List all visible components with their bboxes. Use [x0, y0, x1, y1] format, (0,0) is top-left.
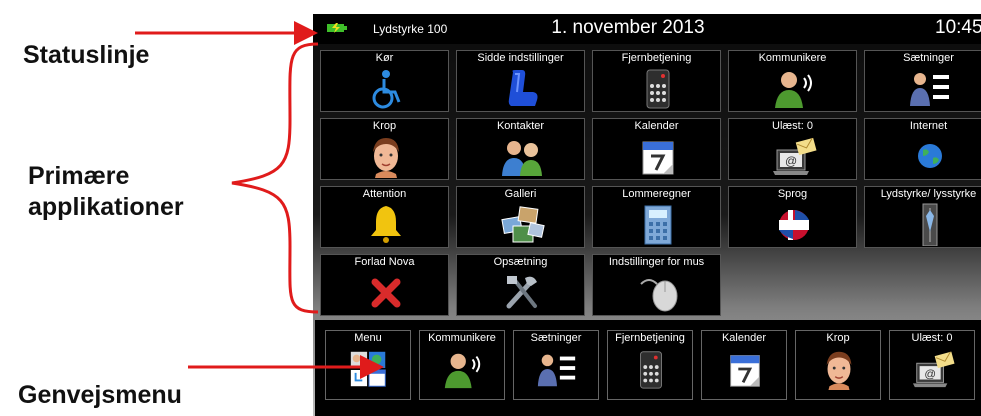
app-tile-label: Lydstyrke/ lysstyrke	[880, 188, 977, 200]
app-tile-sprog[interactable]: Sprog	[728, 186, 857, 248]
globe-icon	[918, 144, 942, 168]
app-tile-label: Sprog	[777, 188, 808, 200]
mouse-icon	[640, 279, 678, 312]
seat-icon	[508, 70, 538, 106]
shortcut-tile-label: Fjernbetjening	[615, 332, 685, 344]
app-tile-label: Ulæst: 0	[772, 120, 813, 132]
svg-text:@: @	[924, 369, 936, 381]
shortcut-tile-kalender[interactable]: Kalender	[701, 330, 787, 400]
contacts-icon	[502, 141, 542, 176]
app-tile-label: Lommeregner	[622, 188, 691, 200]
app-tile-label: Indstillinger for mus	[608, 256, 705, 268]
app-tile-label: Opsætning	[493, 256, 548, 268]
app-tile-lommeregner[interactable]: Lommeregner	[592, 186, 721, 248]
app-tile-galleri[interactable]: Galleri	[456, 186, 585, 248]
annotation-primary-apps: Primære applikationer	[28, 161, 184, 224]
app-tile-label: Sætninger	[903, 52, 954, 64]
shortcut-tile-label: Krop	[826, 332, 850, 344]
app-tile-label: Internet	[909, 120, 948, 132]
calendar-icon	[642, 141, 674, 175]
person-list-icon	[537, 354, 576, 387]
annotation-primary-line1: Primære	[28, 162, 130, 190]
app-tile-kør[interactable]: Kør	[320, 50, 449, 112]
shortcut-tile-fjernbetjening[interactable]: Fjernbetjening	[607, 330, 693, 400]
email-laptop-icon: @	[912, 351, 955, 388]
app-tile-attention[interactable]: Attention	[320, 186, 449, 248]
shortcut-tile-krop[interactable]: Krop	[795, 330, 881, 400]
person-list-icon	[910, 73, 949, 106]
app-tile-fjernbetjening[interactable]: Fjernbetjening	[592, 50, 721, 112]
shortcut-tile-label: Sætninger	[530, 332, 582, 344]
brace-primary-apps	[231, 42, 319, 314]
app-tile-lydstyrke-lysstyrke[interactable]: Lydstyrke/ lysstyrke	[864, 186, 981, 248]
app-tile-indstillinger-for-mus[interactable]: Indstillinger for mus	[592, 254, 721, 316]
shortcut-tile-label: Menu	[354, 332, 382, 344]
exit-x-icon	[371, 278, 401, 308]
shortcut-tile-menu[interactable]: Menu	[325, 330, 411, 400]
calendar-icon	[730, 355, 760, 387]
status-date: 1. november 2013	[551, 17, 705, 38]
app-tile-forlad-nova[interactable]: Forlad Nova	[320, 254, 449, 316]
calculator-icon	[644, 205, 672, 245]
app-tile-label: Kontakter	[496, 120, 545, 132]
remote-control-icon	[646, 69, 670, 109]
app-tile-label: Kør	[375, 52, 394, 64]
shortcut-tile-label: Kalender	[721, 332, 767, 344]
speaking-person-icon	[775, 72, 812, 108]
annotation-genvejsmenu: Genvejsmenu	[18, 381, 182, 409]
app-tile-kontakter[interactable]: Kontakter	[456, 118, 585, 180]
app-tile-label: Kommunikere	[758, 52, 827, 64]
status-bar: Lydstyrke 100 1. november 2013 10:45	[313, 14, 981, 44]
tools-icon	[506, 276, 537, 309]
menu-grid-icon	[350, 351, 386, 387]
volume-slider-icon	[922, 203, 938, 246]
shortcut-tile-ulæst-0[interactable]: Ulæst: 0 @	[889, 330, 975, 400]
flags-globe-icon	[779, 210, 809, 240]
face-icon	[826, 351, 852, 391]
shortcut-menu: Menu Kommunikere Sætninger Fjernbetjening Ka…	[315, 320, 981, 416]
app-tile-label: Krop	[372, 120, 397, 132]
svg-text:@: @	[785, 154, 797, 168]
annotation-primary-line2: applikationer	[28, 193, 184, 222]
app-tile-sidde-indstillinger[interactable]: Sidde indstillinger	[456, 50, 585, 112]
app-tile-label: Kalender	[634, 120, 679, 132]
app-tile-krop[interactable]: Krop	[320, 118, 449, 180]
shortcut-tile-kommunikere[interactable]: Kommunikere	[419, 330, 505, 400]
app-tile-ulæst-0[interactable]: Ulæst: 0 @	[728, 118, 857, 180]
app-tile-label: Galleri	[504, 188, 537, 200]
app-tile-kalender[interactable]: Kalender	[592, 118, 721, 180]
face-icon	[373, 138, 399, 178]
status-time: 10:45	[935, 17, 981, 38]
email-laptop-icon: @	[773, 137, 817, 175]
app-tile-label: Forlad Nova	[354, 256, 415, 268]
battery-charging-icon	[327, 23, 347, 33]
annotation-statuslinje: Statuslinje	[23, 41, 150, 69]
app-tile-internet[interactable]: Internet	[864, 118, 981, 180]
shortcut-tile-sætninger[interactable]: Sætninger	[513, 330, 599, 400]
app-tile-label: Sidde indstillinger	[477, 52, 564, 64]
shortcut-tile-label: Ulæst: 0	[911, 332, 953, 344]
app-tile-label: Attention	[362, 188, 407, 200]
status-volume: Lydstyrke 100	[373, 22, 448, 36]
speaking-person-icon	[444, 353, 481, 389]
app-tile-opsætning[interactable]: Opsætning	[456, 254, 585, 316]
device-screen: Lydstyrke 100 1. november 2013 10:45 Kør…	[313, 14, 981, 416]
remote-control-icon	[640, 351, 662, 389]
app-tile-label: Fjernbetjening	[621, 52, 692, 64]
app-tile-sætninger[interactable]: Sætninger	[864, 50, 981, 112]
wheelchair-icon	[372, 70, 401, 109]
bell-icon	[371, 206, 401, 243]
gallery-icon	[501, 206, 545, 243]
app-tile-kommunikere[interactable]: Kommunikere	[728, 50, 857, 112]
shortcut-tile-label: Kommunikere	[428, 332, 496, 344]
